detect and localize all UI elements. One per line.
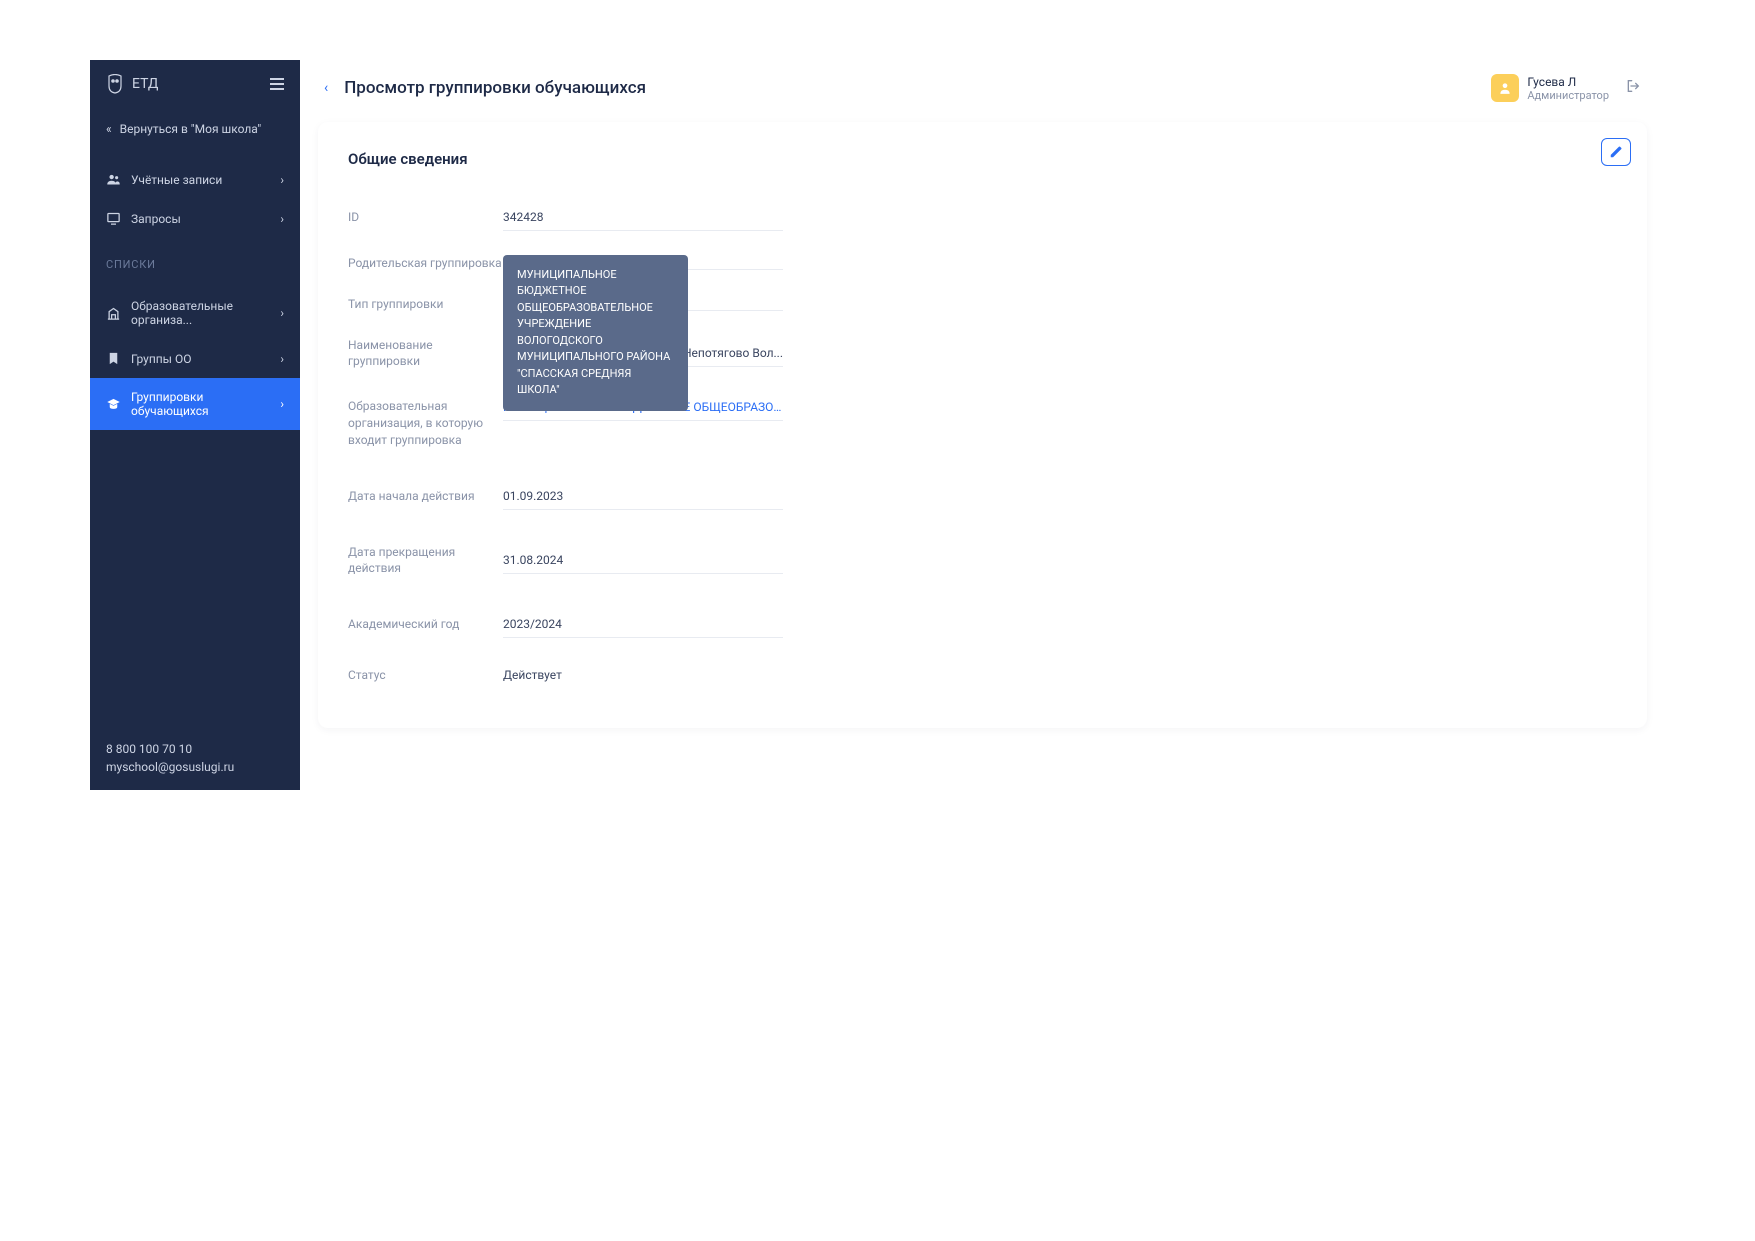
chevron-right-icon: › bbox=[280, 173, 284, 187]
sidebar-item-label: Запросы bbox=[131, 212, 181, 226]
monitor-icon bbox=[106, 211, 121, 226]
field-end-date: Дата прекращения действия 31.08.2024 bbox=[348, 532, 1617, 590]
page-title: Просмотр группировки обучающихся bbox=[344, 78, 646, 98]
sidebar-item-requests[interactable]: Запросы › bbox=[90, 199, 300, 238]
avatar bbox=[1491, 74, 1519, 102]
sidebar-item-label: Образовательные организа... bbox=[131, 299, 280, 327]
user-icon bbox=[1498, 81, 1512, 95]
logo-text: ЕТД bbox=[132, 76, 158, 92]
back-to-myschool-link[interactable]: « Вернуться в "Моя школа" bbox=[90, 108, 300, 150]
content-area: Общие сведения ID 342428 Родительская гр… bbox=[300, 122, 1665, 790]
users-icon bbox=[106, 172, 121, 187]
tooltip: МУНИЦИПАЛЬНОЕ БЮДЖЕТНОЕ ОБЩЕОБРАЗОВАТЕЛЬ… bbox=[503, 255, 688, 411]
nav-section-lists: Образовательные организа... › Группы ОО … bbox=[90, 277, 300, 440]
back-link-label: Вернуться в "Моя школа" bbox=[120, 122, 262, 136]
field-label: Дата прекращения действия bbox=[348, 544, 503, 578]
main: ‹ Просмотр группировки обучающихся Гусев… bbox=[300, 60, 1665, 790]
logout-icon[interactable] bbox=[1625, 78, 1641, 98]
field-value: 342428 bbox=[503, 204, 783, 231]
institution-icon bbox=[106, 306, 121, 321]
sidebar-footer: 8 800 100 70 10 myschool@gosuslugi.ru bbox=[90, 726, 300, 790]
general-info-card: Общие сведения ID 342428 Родительская гр… bbox=[318, 122, 1647, 728]
field-label: Родительская группировка bbox=[348, 255, 503, 272]
field-group-name: МУНИЦИПАЛЬНОЕ БЮДЖЕТНОЕ ОБЩЕОБРАЗОВАТЕЛЬ… bbox=[348, 325, 1617, 383]
sidebar-item-accounts[interactable]: Учётные записи › bbox=[90, 160, 300, 199]
chevron-right-icon: › bbox=[280, 306, 284, 320]
sidebar-item-label: Группы ОО bbox=[131, 352, 191, 366]
field-label: ID bbox=[348, 209, 503, 226]
sidebar-header: ЕТД bbox=[90, 60, 300, 108]
field-label: Образовательная организация, в которую в… bbox=[348, 394, 503, 448]
nav-section-main: Учётные записи › Запросы › bbox=[90, 150, 300, 248]
field-label: Тип группировки bbox=[348, 296, 503, 313]
chevron-right-icon: › bbox=[280, 212, 284, 226]
sidebar-item-oo-groups[interactable]: Группы ОО › bbox=[90, 339, 300, 378]
field-value: Действует bbox=[503, 662, 783, 688]
edit-button[interactable] bbox=[1601, 138, 1631, 166]
support-phone[interactable]: 8 800 100 70 10 bbox=[106, 742, 284, 756]
bookmark-icon bbox=[106, 351, 121, 366]
chevron-right-icon: › bbox=[280, 352, 284, 366]
field-value: 31.08.2024 bbox=[503, 547, 783, 574]
field-id: ID 342428 bbox=[348, 192, 1617, 243]
field-value: 01.09.2023 bbox=[503, 483, 783, 510]
sidebar-item-label: Учётные записи bbox=[131, 173, 222, 187]
sidebar-item-label: Группировки обучающихся bbox=[131, 390, 280, 418]
chevron-right-icon: › bbox=[280, 397, 284, 411]
owl-logo-icon bbox=[106, 74, 124, 94]
sidebar-item-edu-orgs[interactable]: Образовательные организа... › bbox=[90, 287, 300, 339]
field-label: Дата начала действия bbox=[348, 488, 503, 505]
sidebar: ЕТД « Вернуться в "Моя школа" Учётные за… bbox=[90, 60, 300, 790]
topbar: ‹ Просмотр группировки обучающихся Гусев… bbox=[300, 60, 1665, 122]
field-label: Наименование группировки bbox=[348, 337, 503, 371]
menu-toggle-icon[interactable] bbox=[270, 78, 284, 90]
card-title: Общие сведения bbox=[348, 150, 1617, 168]
user-menu[interactable]: Гусева Л Администратор bbox=[1491, 74, 1609, 102]
field-status: Статус Действует bbox=[348, 650, 1617, 700]
back-arrow-icon[interactable]: ‹ bbox=[320, 76, 332, 100]
section-label-lists: СПИСКИ bbox=[90, 248, 300, 277]
back-double-chevron-icon: « bbox=[106, 122, 112, 136]
sidebar-item-student-groups[interactable]: Группировки обучающихся › bbox=[90, 378, 300, 430]
pencil-icon bbox=[1609, 145, 1623, 159]
support-email[interactable]: myschool@gosuslugi.ru bbox=[106, 760, 284, 774]
graduation-icon bbox=[106, 397, 121, 412]
logo[interactable]: ЕТД bbox=[106, 74, 158, 94]
field-value: 2023/2024 bbox=[503, 611, 783, 638]
field-start-date: Дата начала действия 01.09.2023 bbox=[348, 471, 1617, 522]
user-role: Администратор bbox=[1527, 89, 1609, 102]
field-label: Статус bbox=[348, 667, 503, 684]
user-name: Гусева Л bbox=[1527, 75, 1609, 89]
field-label: Академический год bbox=[348, 616, 503, 633]
field-academic-year: Академический год 2023/2024 bbox=[348, 599, 1617, 650]
